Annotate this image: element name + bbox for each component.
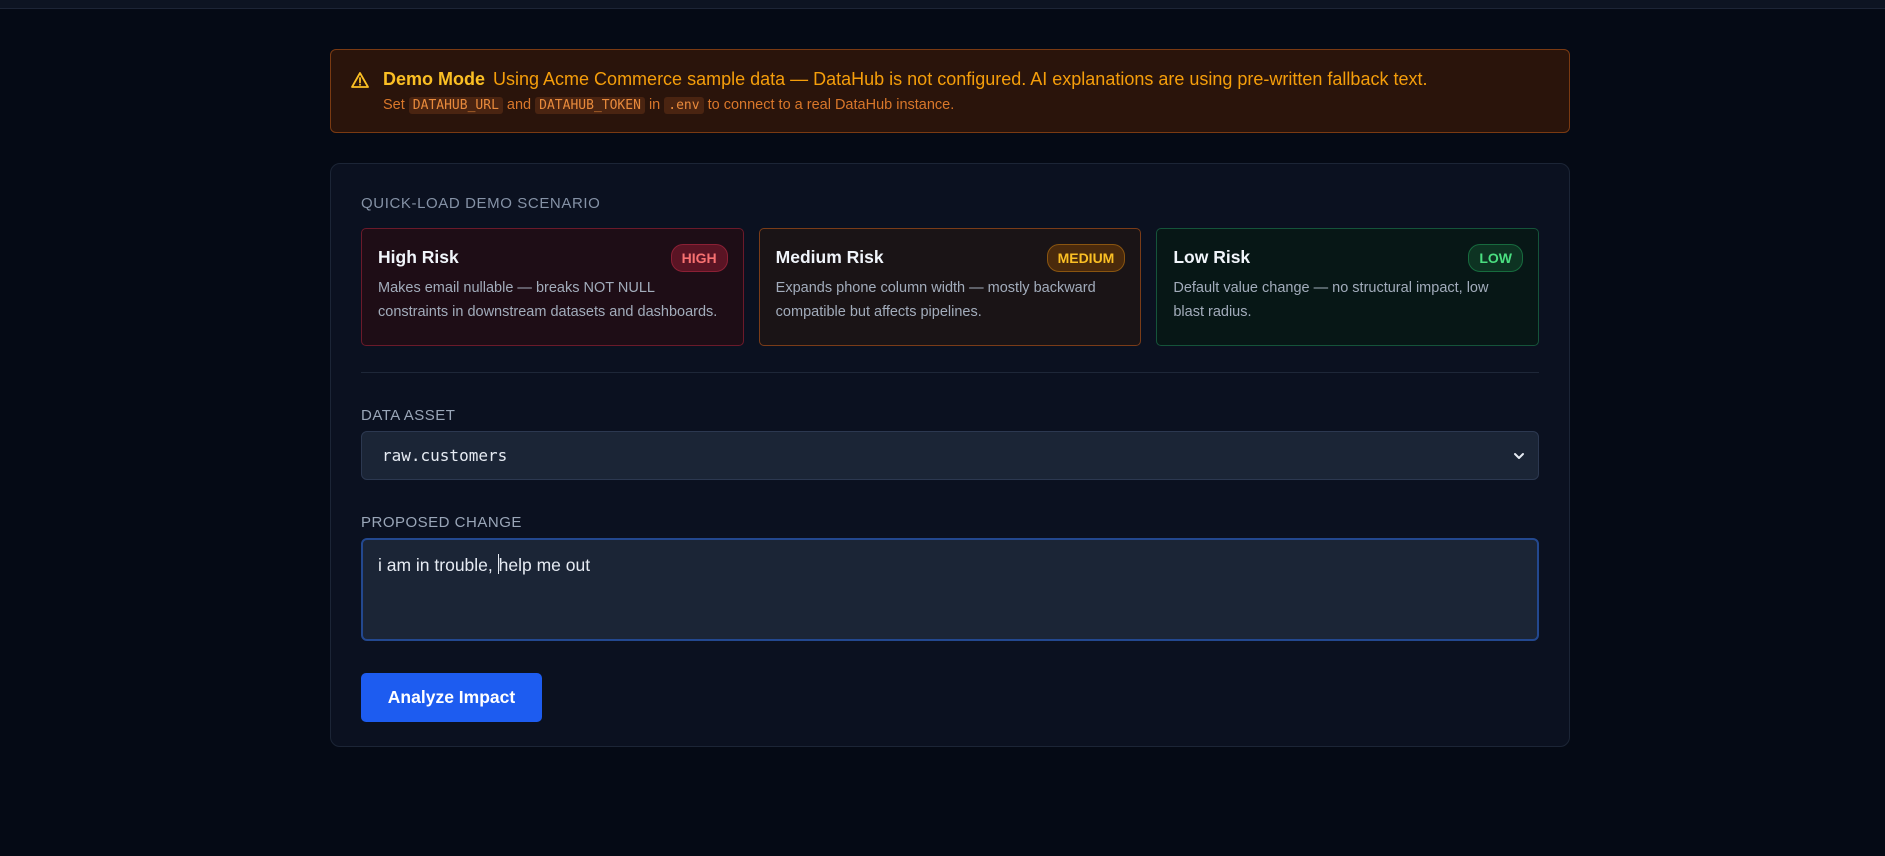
hint-text: Set bbox=[383, 97, 405, 113]
hint-text: and bbox=[506, 97, 532, 113]
scenario-card-low-risk[interactable]: Low Risk LOW Default value change — no s… bbox=[1156, 228, 1540, 346]
data-asset-select[interactable]: raw.customers bbox=[361, 431, 1539, 480]
risk-badge-low: LOW bbox=[1468, 244, 1524, 272]
data-asset-label: DATA ASSET bbox=[361, 407, 456, 424]
analyze-impact-button[interactable]: Analyze Impact bbox=[361, 673, 542, 722]
risk-badge-high: HIGH bbox=[670, 244, 728, 272]
proposed-change-textarea[interactable]: i am in trouble, help me out bbox=[361, 538, 1539, 641]
scenario-description: Default value change — no structural imp… bbox=[1173, 280, 1489, 320]
demo-mode-banner: Demo Mode Using Acme Commerce sample data… bbox=[330, 49, 1570, 133]
top-bar bbox=[0, 0, 1885, 9]
code-env-file: .env bbox=[664, 97, 704, 114]
scenario-section-label: QUICK-LOAD DEMO SCENARIO bbox=[361, 195, 601, 212]
code-datahub-token: DATAHUB_TOKEN bbox=[535, 97, 645, 114]
scenario-description: Makes email nullable — breaks NOT NULL c… bbox=[378, 280, 718, 320]
analysis-panel: QUICK-LOAD DEMO SCENARIO High Risk HIGH … bbox=[330, 163, 1570, 747]
risk-badge-medium: MEDIUM bbox=[1046, 244, 1126, 272]
section-divider bbox=[361, 372, 1539, 373]
chevron-down-icon bbox=[1514, 453, 1524, 459]
main-container: Demo Mode Using Acme Commerce sample data… bbox=[330, 49, 1570, 747]
data-asset-value: raw.customers bbox=[382, 446, 508, 465]
hint-text: to connect to a real DataHub instance. bbox=[707, 97, 955, 113]
banner-message: Using Acme Commerce sample data — DataHu… bbox=[493, 69, 1428, 89]
scenario-cards: High Risk HIGH Makes email nullable — br… bbox=[361, 228, 1540, 346]
textarea-text-after-caret: help me out bbox=[498, 555, 591, 575]
banner-hint: Set DATAHUB_URL and DATAHUB_TOKEN in .en… bbox=[351, 95, 1549, 116]
scenario-card-medium-risk[interactable]: Medium Risk MEDIUM Expands phone column … bbox=[758, 228, 1142, 346]
code-datahub-url: DATAHUB_URL bbox=[408, 97, 503, 114]
scenario-card-high-risk[interactable]: High Risk HIGH Makes email nullable — br… bbox=[361, 228, 744, 346]
warning-icon bbox=[351, 72, 369, 88]
hint-text: in bbox=[648, 97, 661, 113]
scenario-description: Expands phone column width — mostly back… bbox=[775, 280, 1096, 320]
proposed-change-label: PROPOSED CHANGE bbox=[361, 514, 522, 531]
textarea-text-before-caret: i am in trouble, bbox=[378, 555, 498, 575]
banner-title: Demo Mode bbox=[383, 69, 486, 89]
